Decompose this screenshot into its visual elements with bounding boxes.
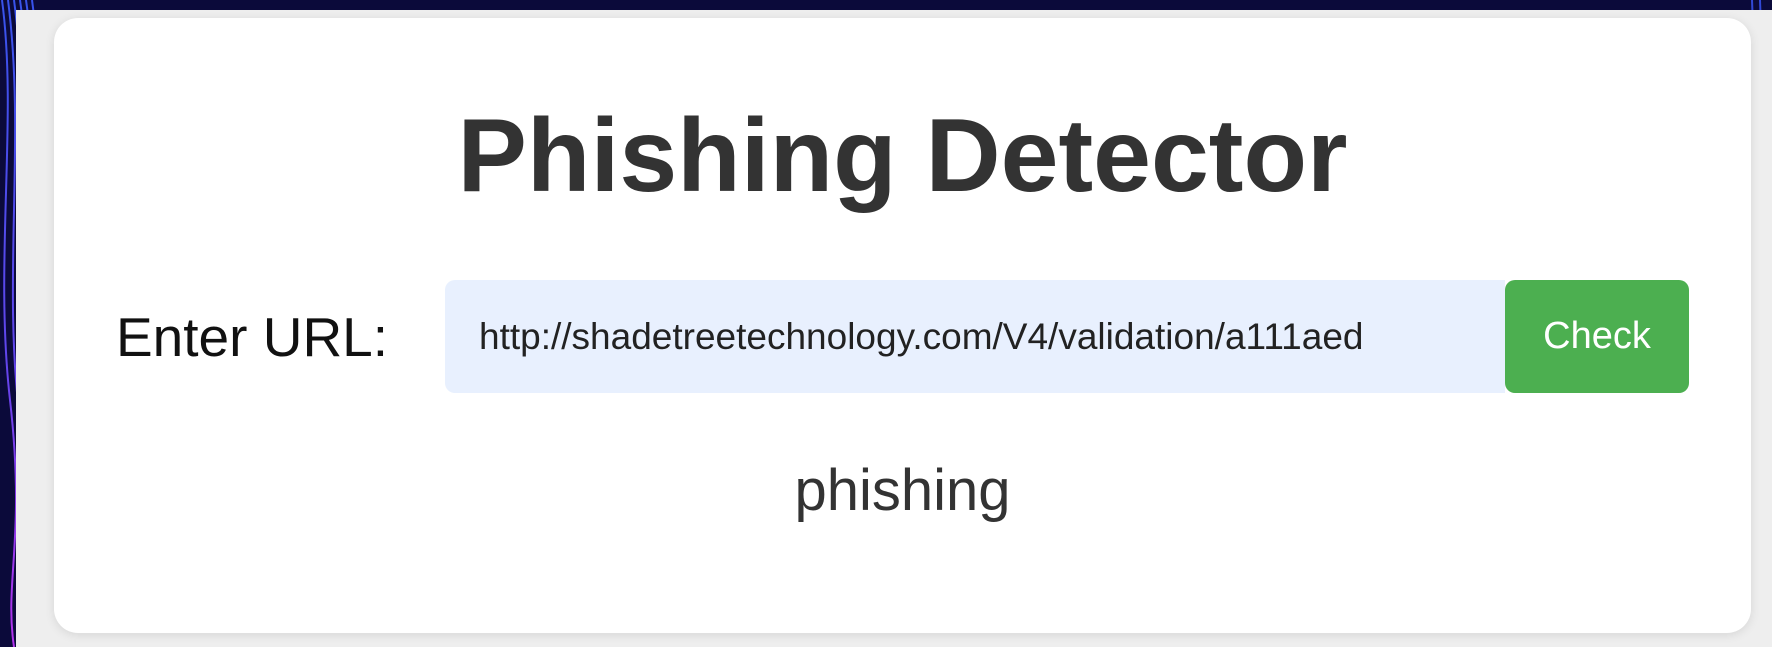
result-text: phishing — [794, 458, 1011, 523]
detector-card: Phishing Detector Enter URL: Check phish… — [54, 18, 1751, 633]
url-label: Enter URL: — [116, 306, 389, 368]
page-title: Phishing Detector — [457, 98, 1348, 214]
url-input[interactable] — [445, 280, 1505, 393]
check-button[interactable]: Check — [1505, 280, 1689, 393]
